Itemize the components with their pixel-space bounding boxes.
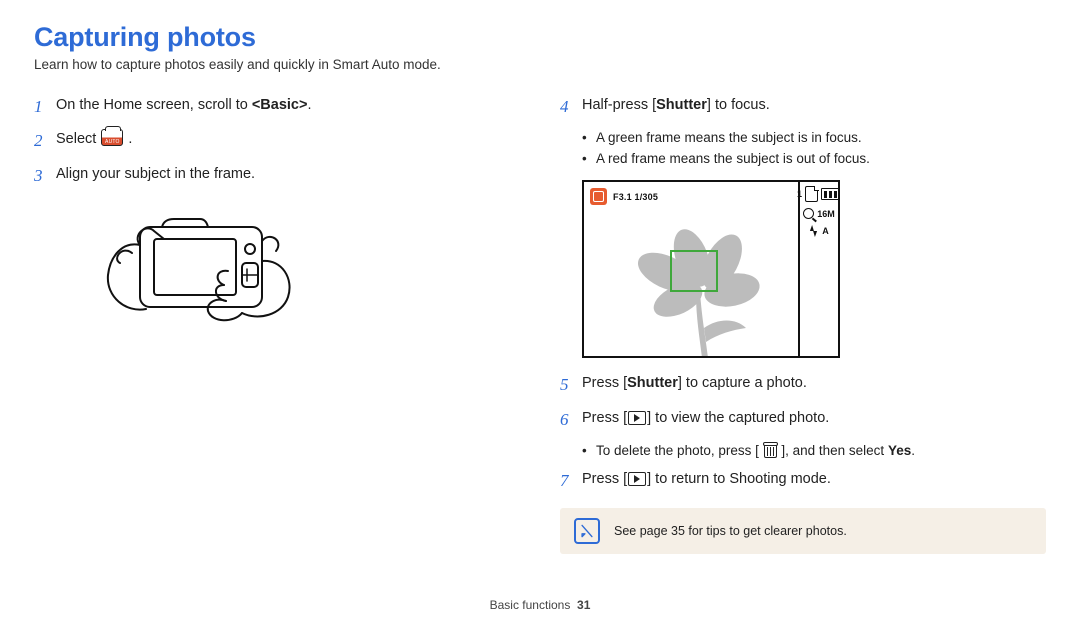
playback-icon	[628, 411, 646, 425]
flash-icon	[809, 225, 819, 237]
bullet-text: A green frame means the subject is in fo…	[596, 128, 862, 149]
text-fragment: On the Home screen, scroll to	[56, 97, 252, 113]
bullet-icon: •	[582, 441, 596, 462]
text-fragment: Press [	[582, 410, 627, 426]
focus-frame	[670, 250, 718, 292]
left-column: 1 On the Home screen, scroll to <Basic>.…	[34, 90, 520, 554]
text-bold: Shutter	[656, 97, 707, 113]
shot-count: 1	[797, 189, 802, 199]
zoom-icon	[803, 208, 814, 219]
bullet-icon: •	[582, 128, 596, 149]
step-1-text: On the Home screen, scroll to <Basic>.	[56, 94, 520, 116]
playback-icon	[628, 472, 646, 486]
note-icon	[574, 518, 600, 544]
text-fragment: To delete the photo, press [	[596, 443, 763, 458]
exposure-readout: F3.1 1/305	[613, 192, 658, 202]
tip-text: See page 35 for tips to get clearer phot…	[614, 524, 847, 538]
text-fragment: .	[307, 97, 311, 113]
footer-section: Basic functions	[490, 598, 571, 612]
step-number: 2	[34, 128, 56, 154]
step-2-text: Select .	[56, 128, 520, 150]
text-fragment: ] to view the captured photo.	[647, 410, 829, 426]
bullet-icon: •	[582, 149, 596, 170]
step-5-text: Press [Shutter] to capture a photo.	[582, 372, 1046, 394]
text-bold: Shutter	[627, 375, 678, 391]
text-fragment: ] to focus.	[707, 97, 770, 113]
step-number: 7	[560, 468, 582, 494]
battery-icon	[821, 188, 840, 200]
step-number: 1	[34, 94, 56, 120]
text-fragment: ] to capture a photo.	[678, 375, 807, 391]
footer-page-number: 31	[577, 598, 590, 612]
text-fragment: .	[128, 131, 132, 147]
camera-illustration	[92, 205, 520, 349]
step-3-text: Align your subject in the frame.	[56, 163, 520, 185]
step-7-text: Press [ ] to return to Shooting mode.	[582, 468, 1046, 490]
intro-text: Learn how to capture photos easily and q…	[34, 57, 1046, 72]
flash-mode-label: A	[822, 226, 829, 236]
trash-icon	[764, 445, 777, 458]
page-footer: Basic functions 31	[0, 598, 1080, 612]
text-fragment: Press [	[582, 471, 627, 487]
viewfinder-preview: F3.1 1/305 1 16M A	[582, 180, 840, 358]
text-fragment: Select	[56, 131, 100, 147]
text-bold: Yes	[888, 443, 911, 458]
sd-card-icon	[805, 186, 818, 202]
bullet-text: To delete the photo, press [ ], and then…	[596, 441, 915, 462]
text-fragment: .	[911, 443, 915, 458]
step-6-text: Press [ ] to view the captured photo.	[582, 407, 1046, 429]
text-fragment: Half-press [	[582, 97, 656, 113]
right-column: 4 Half-press [Shutter] to focus. •A gree…	[560, 90, 1046, 554]
step-4-text: Half-press [Shutter] to focus.	[582, 94, 1046, 116]
page-title: Capturing photos	[34, 22, 1046, 53]
resolution-label: 16M	[817, 209, 835, 219]
bullet-text: A red frame means the subject is out of …	[596, 149, 870, 170]
text-fragment: Press [	[582, 375, 627, 391]
viewfinder-sidebar: 1 16M A	[798, 182, 838, 356]
tip-callout: See page 35 for tips to get clearer phot…	[560, 508, 1046, 554]
step-number: 5	[560, 372, 582, 398]
step-number: 3	[34, 163, 56, 189]
text-bold: <Basic>	[252, 97, 308, 113]
mode-icon	[590, 188, 607, 205]
smart-auto-icon	[101, 129, 123, 146]
text-fragment: ], and then select	[778, 443, 888, 458]
text-fragment: ] to return to Shooting mode.	[647, 471, 831, 487]
step-number: 4	[560, 94, 582, 120]
step-number: 6	[560, 407, 582, 433]
